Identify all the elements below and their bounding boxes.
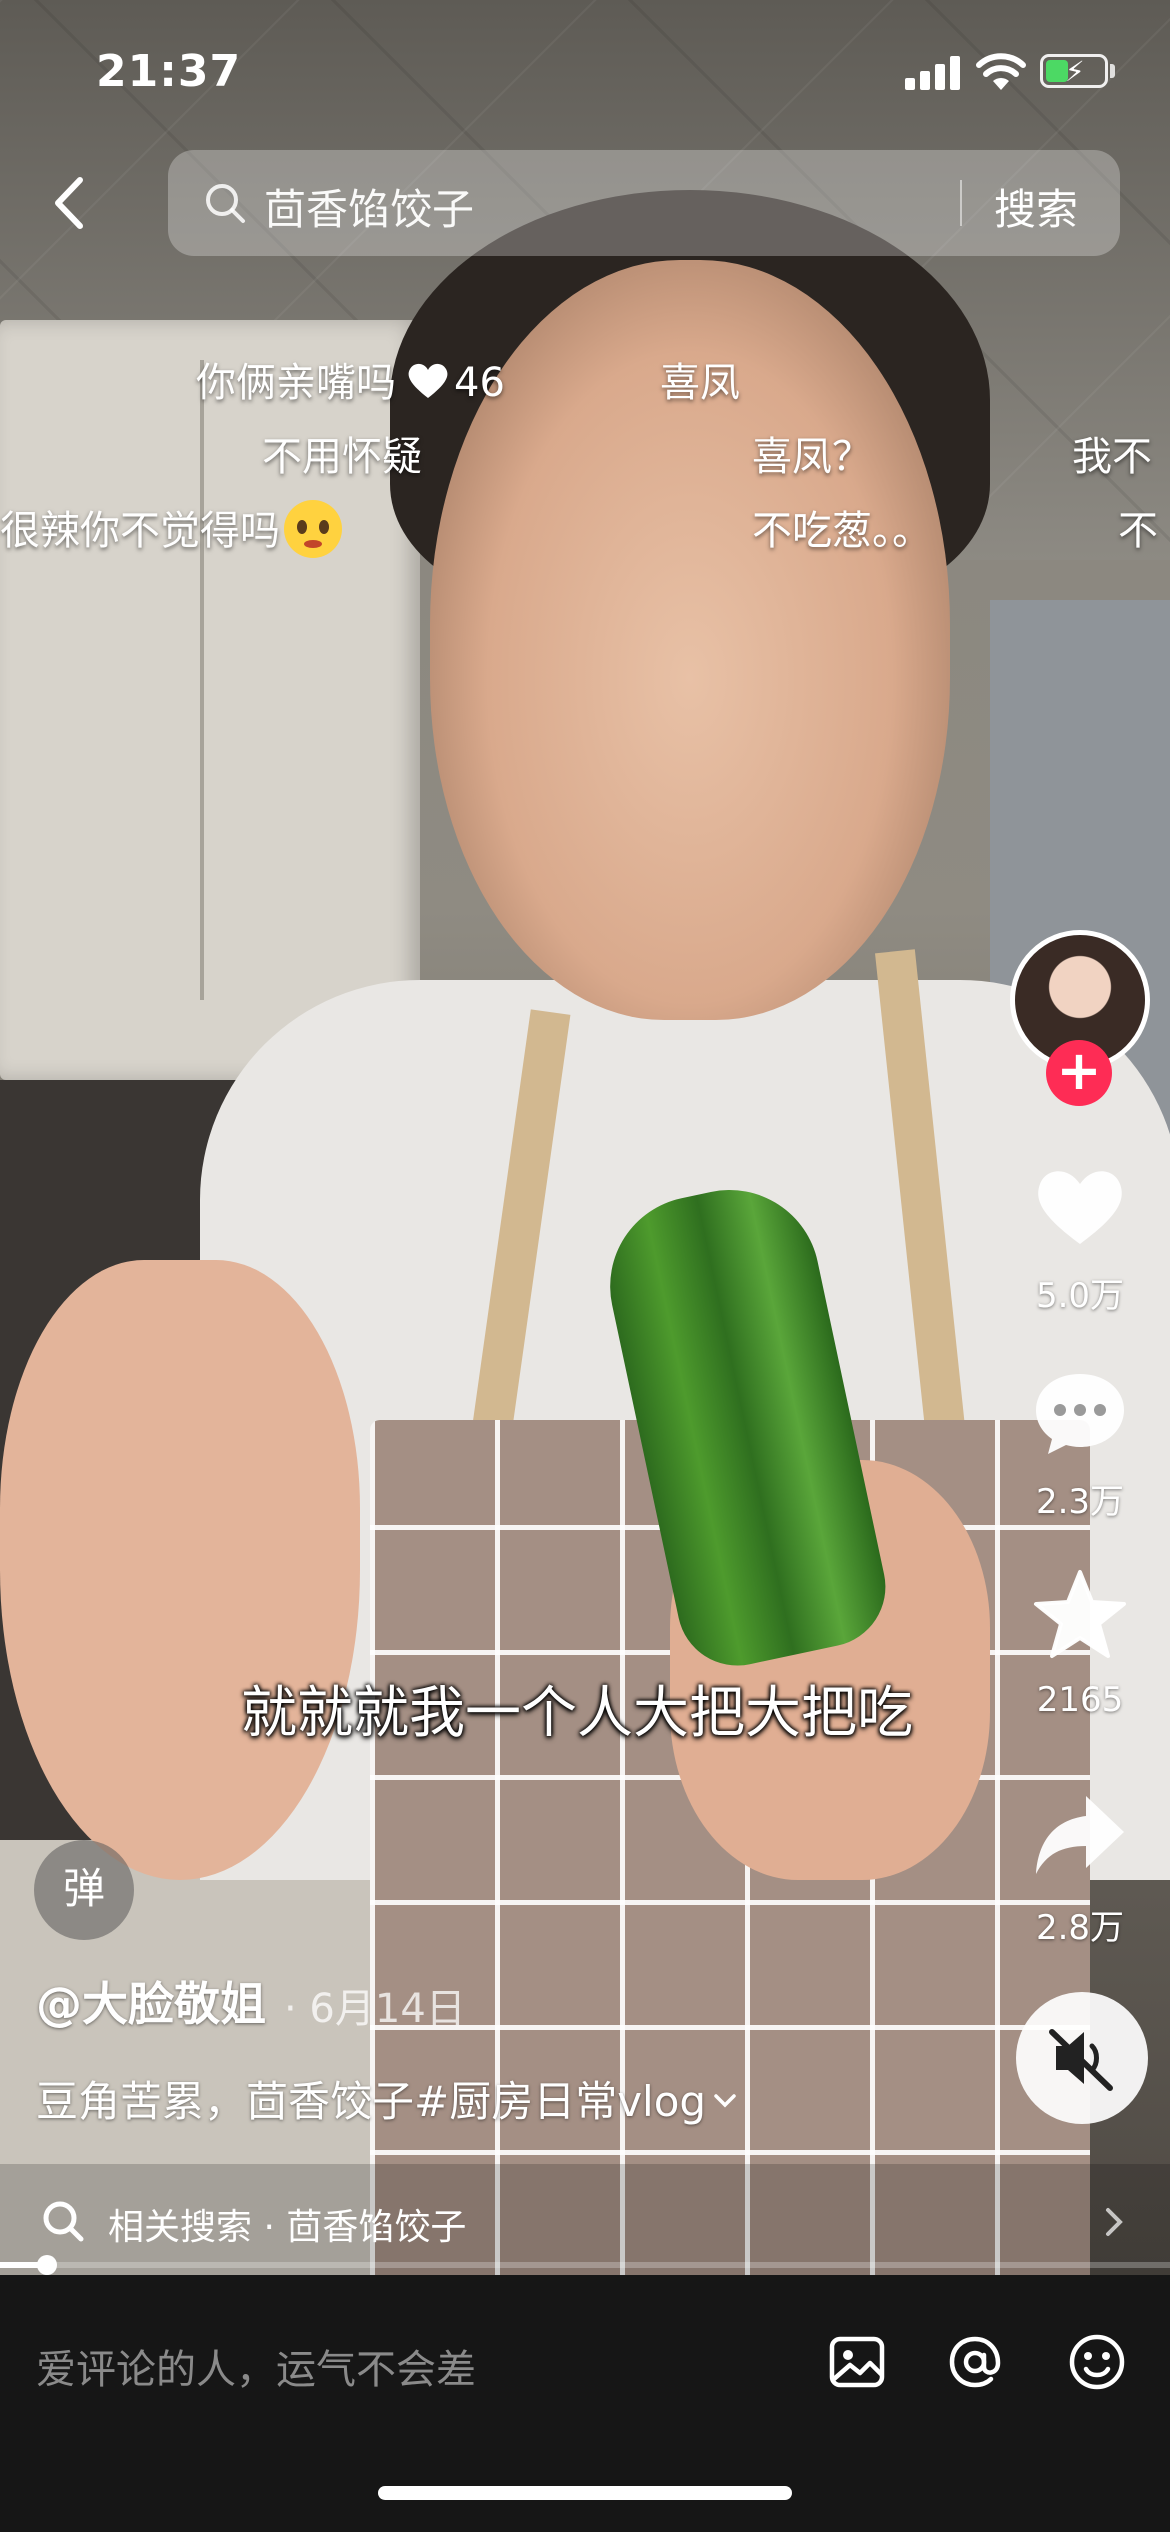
mute-button[interactable] [1016,1992,1148,2124]
heart-icon [408,363,448,398]
danmaku-item[interactable]: 不用怀疑 [262,424,422,482]
chevron-right-icon [1106,2208,1123,2236]
share-icon[interactable] [1030,1786,1130,1886]
emoji-icon[interactable] [1066,2331,1128,2393]
mute-icon [1049,2029,1113,2091]
image-icon[interactable] [826,2331,888,2393]
search-divider [960,180,962,226]
danmaku-item[interactable]: 我不 [1072,424,1152,482]
at-icon[interactable] [944,2331,1006,2393]
search-query[interactable]: 茴香馅饺子 [264,176,474,237]
author-name[interactable]: @大脸敬姐 [36,1968,266,2034]
video-progress-bar[interactable] [0,2255,1170,2275]
crying-face-emoji-icon [284,500,342,558]
post-date: · 6月14日 [284,1986,466,2032]
status-bar: 21:37 ⚡ [0,0,1170,150]
comment-count: 2.3万 [1035,1482,1125,1522]
danmaku-item[interactable]: 很辣你不觉得吗 [0,498,342,558]
related-search-text: 相关搜索 · 茴香馅饺子 [108,2207,467,2248]
share-count: 2.8万 [1035,1908,1125,1948]
like-count: 5.0万 [1035,1276,1125,1316]
status-time: 21:37 [96,46,242,97]
follow-button[interactable]: + [1046,1040,1112,1106]
chevron-down-icon[interactable] [712,2088,738,2114]
battery-icon: ⚡ [1040,54,1108,88]
danmaku-item[interactable]: 不吃葱。。 [752,498,932,556]
video-progress-knob[interactable] [36,2255,57,2275]
search-icon [206,184,245,223]
danmaku-item[interactable]: 不 [1118,498,1158,556]
danmaku-item[interactable]: 你俩亲嘴吗 46 [196,350,505,408]
search-button[interactable]: 搜索 [994,176,1078,237]
home-indicator [378,2486,792,2500]
search-icon [43,2201,84,2242]
danmaku-like-count: 46 [454,360,505,406]
danmaku-toggle-button[interactable]: 弹 [34,1840,134,1940]
video-subtitle: 就就就我一个人大把大把吃 [241,1681,913,1746]
search-bar[interactable]: 茴香馅饺子 搜索 [168,150,1120,256]
cellular-signal-icon [905,56,961,90]
danmaku-item[interactable]: 喜凤？ [752,424,872,482]
comment-input[interactable]: 爱评论的人，运气不会差 [36,2337,476,2395]
star-icon[interactable] [1030,1566,1130,1666]
post-description[interactable]: 豆角苦累，茴香饺子#厨房日常vlog [36,2068,738,2129]
battery-tip [1110,64,1115,78]
back-icon[interactable] [40,168,100,238]
video-person-hand-left [0,1260,360,1880]
heart-icon[interactable] [1030,1156,1130,1256]
video-frame[interactable] [0,0,1170,2275]
wifi-icon [976,53,1026,90]
comment-icon[interactable] [1030,1362,1130,1462]
danmaku-item[interactable]: 喜凤 [660,350,740,408]
